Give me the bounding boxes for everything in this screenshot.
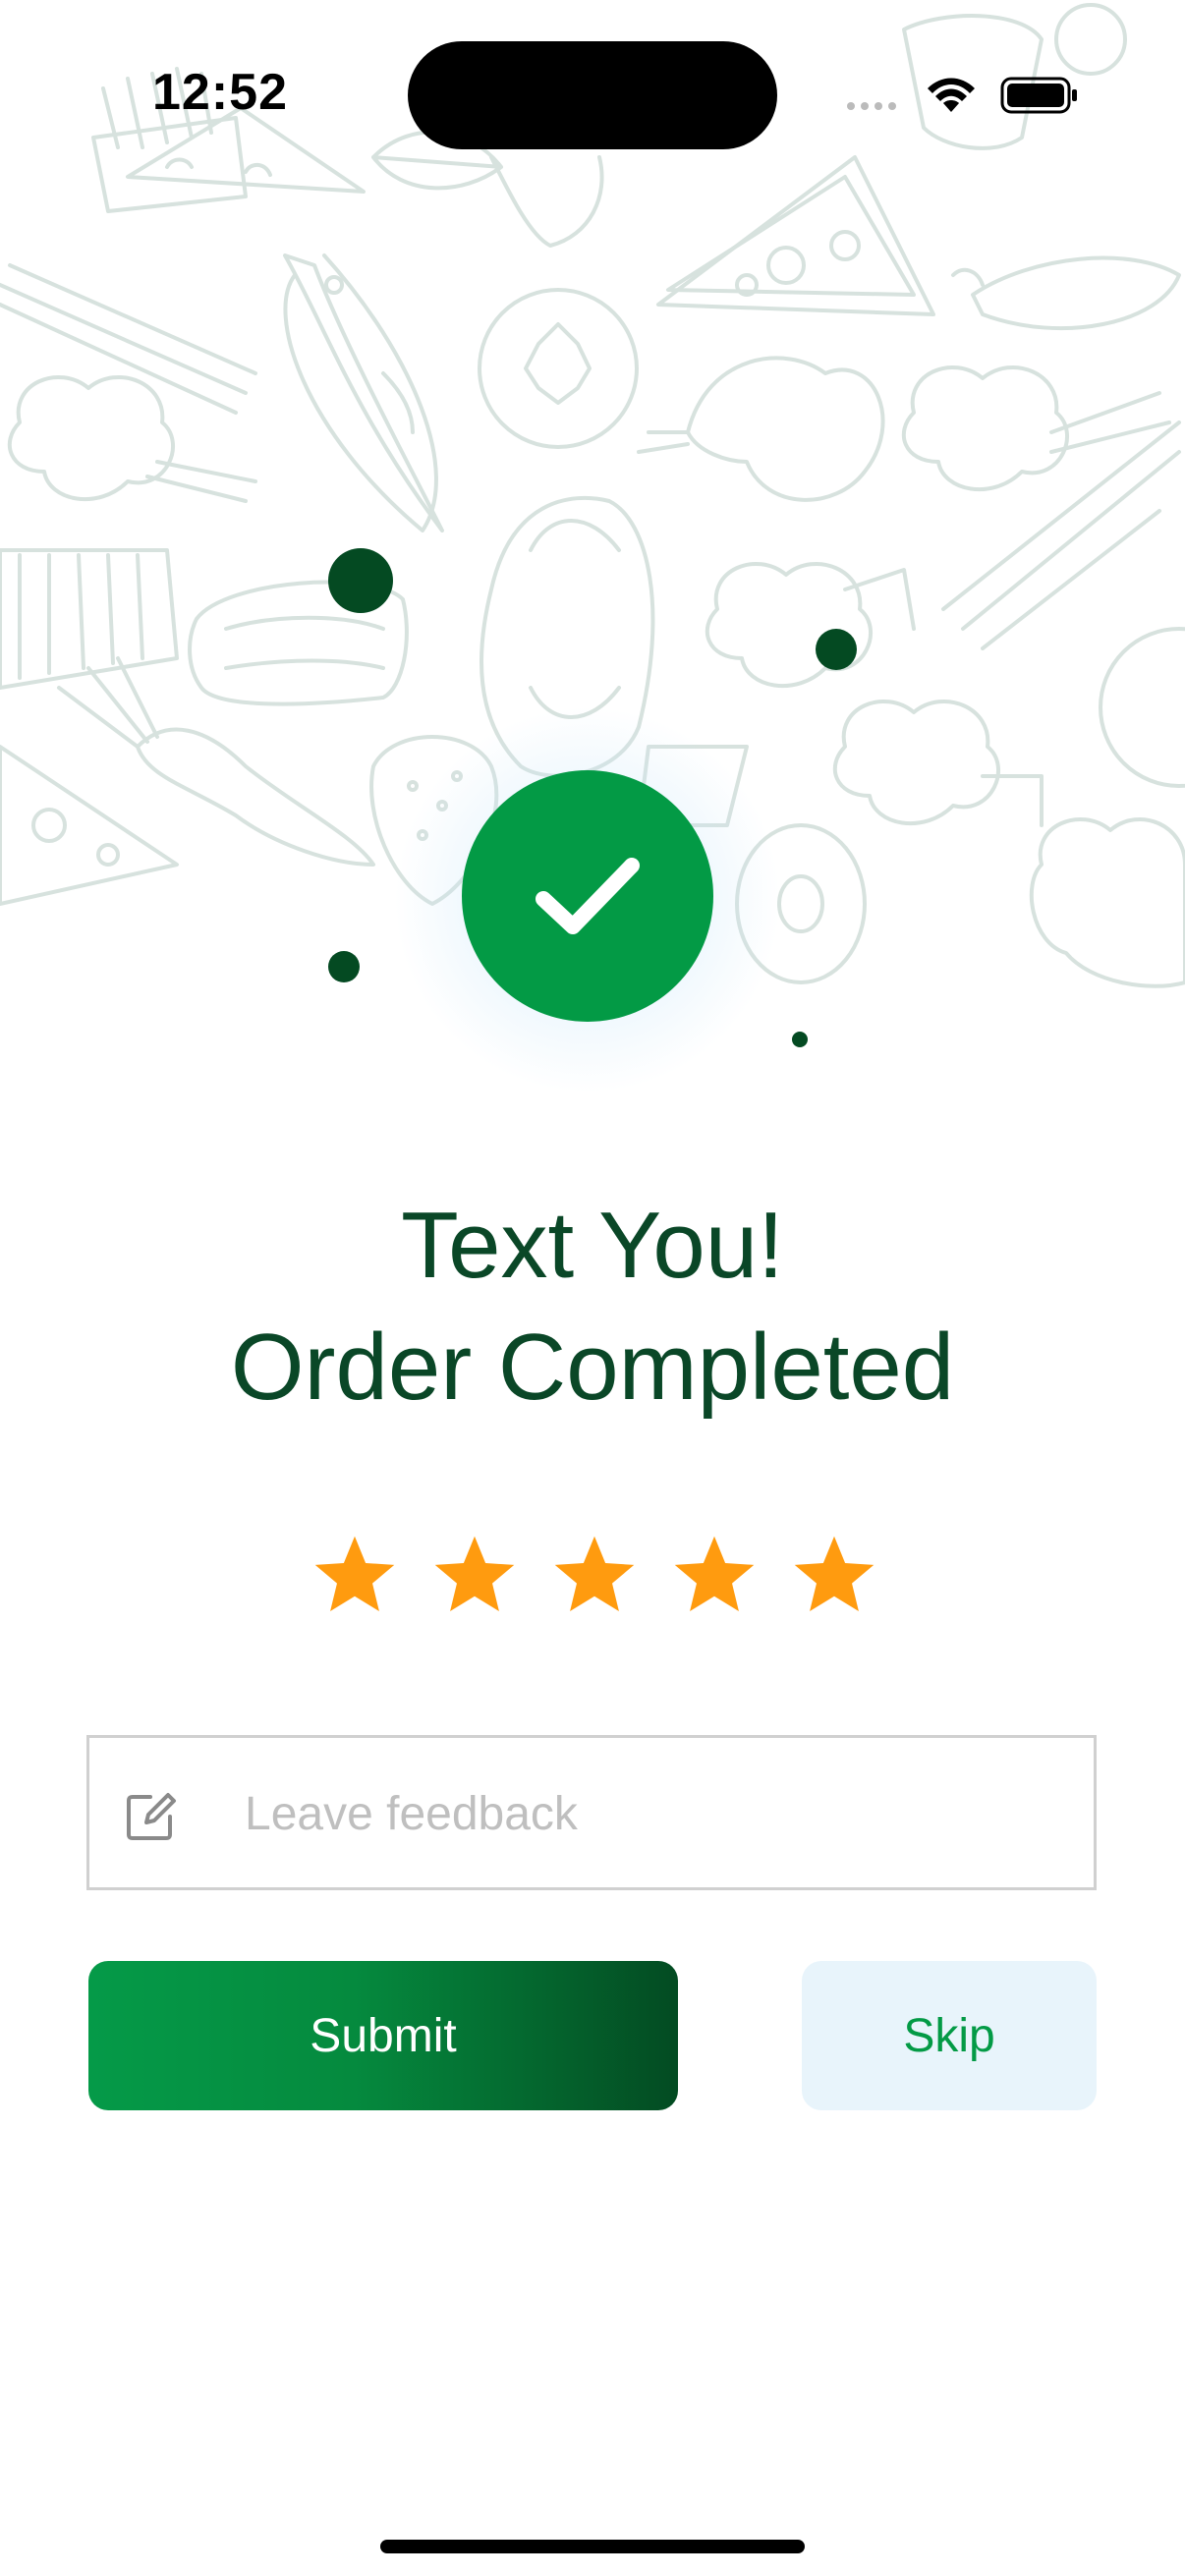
tomato-doodle	[478, 288, 639, 449]
status-time: 12:52	[152, 64, 288, 121]
star-icon[interactable]	[310, 1531, 400, 1621]
confetti-dot	[328, 548, 393, 613]
star-icon[interactable]	[789, 1531, 879, 1621]
broccoli-doodle	[901, 365, 1171, 492]
fish-doodle	[283, 253, 444, 532]
eggplant-doodle	[951, 255, 1181, 331]
order-completed-screen: 12:52 Text You! Order Completed Leave fe…	[0, 0, 1185, 2576]
title-line-1: Text You!	[401, 1193, 784, 1298]
edit-note-icon	[127, 1793, 176, 1840]
status-icons	[847, 77, 1077, 114]
home-indicator[interactable]	[380, 2540, 805, 2553]
success-badge	[462, 770, 713, 1022]
wifi-icon	[928, 78, 975, 112]
submit-button[interactable]: Submit	[88, 1961, 678, 2110]
star-icon[interactable]	[429, 1531, 520, 1621]
garlic-doodle	[637, 356, 885, 502]
success-title: Text You! Order Completed	[0, 1185, 1185, 1428]
feedback-field[interactable]	[86, 1735, 1097, 1890]
confetti-dot	[816, 629, 857, 670]
skip-button[interactable]: Skip	[802, 1961, 1097, 2110]
status-bar: 12:52	[0, 0, 1185, 187]
star-rating	[310, 1531, 879, 1621]
dynamic-island	[408, 41, 777, 149]
star-icon[interactable]	[549, 1531, 640, 1621]
broccoli-center-doodle	[705, 562, 916, 689]
broccoli-lower-doodle	[832, 700, 1044, 827]
asparagus-doodle	[0, 263, 257, 415]
title-line-2: Order Completed	[230, 1315, 955, 1420]
pizza-bottom-doodle	[0, 745, 179, 906]
signal-icon	[847, 102, 896, 110]
star-icon[interactable]	[669, 1531, 760, 1621]
confetti-dot	[792, 1032, 808, 1047]
broccoli-right-doodle	[1029, 817, 1185, 988]
broccoli-left-doodle	[7, 375, 257, 503]
carrot-doodle	[57, 656, 375, 867]
confetti-dot	[328, 951, 360, 982]
feedback-input[interactable]	[243, 1767, 1072, 1860]
battery-icon	[1000, 77, 1077, 114]
checkmark-icon	[536, 858, 640, 934]
